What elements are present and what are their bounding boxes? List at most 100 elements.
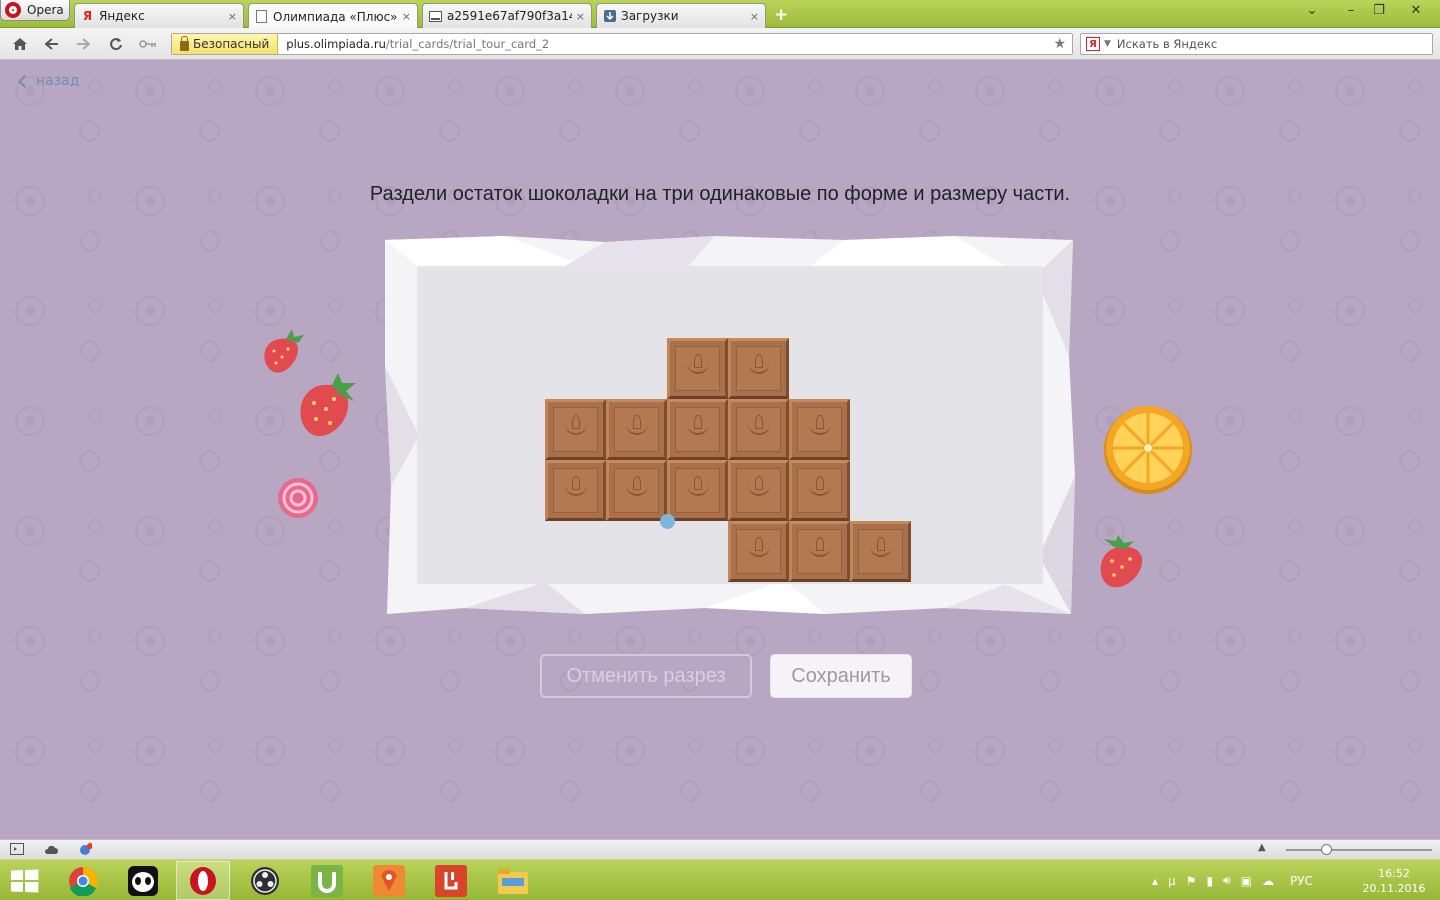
chocolate-piece[interactable] [545,399,606,460]
chocolate-emboss-icon [565,476,587,496]
strawberry-icon [1100,535,1143,588]
browser-toolbar: Безопасный plus.olimpiada.ru/trial_cards… [0,28,1440,60]
chocolate-emboss-icon [809,415,831,435]
tab-olimpiada[interactable]: Олимпиада «Плюс» × [248,3,418,29]
chocolate-piece[interactable] [667,399,728,460]
chocolate-piece[interactable] [728,338,789,399]
tab-close-icon[interactable]: × [576,10,585,23]
url-path: /trial_cards/trial_tour_card_2 [385,37,550,51]
browser-status-bar: ▲ [0,839,1440,859]
browser-tab-bar: Opera Я Яндекс × Олимпиада «Плюс» × a259… [0,0,1440,29]
chocolate-piece[interactable] [545,460,606,521]
language-indicator[interactable]: РУС [1290,874,1313,888]
tray-expand-icon[interactable]: ▴ [1152,874,1158,888]
lock-icon [180,35,189,51]
tab-title: Загрузки [621,9,679,23]
zoom-slider[interactable] [1286,849,1432,851]
minimize-window-icon[interactable]: – [1340,0,1362,20]
strawberry-icon [264,329,304,373]
chocolate-piece[interactable] [667,338,728,399]
bookmark-star-icon[interactable]: ★ [1053,36,1072,52]
back-label: назад [36,73,80,89]
url-text[interactable]: plus.olimpiada.ru/trial_cards/trial_tour… [278,37,1053,51]
chocolate-emboss-icon [748,354,770,374]
system-clock[interactable]: 16:52 20.11.2016 [1362,866,1426,896]
task-instruction: Раздели остаток шоколадки на три одинако… [369,183,1071,205]
address-bar[interactable]: Безопасный plus.olimpiada.ru/trial_cards… [171,33,1073,55]
windows-start-icon[interactable] [10,869,39,893]
opera-menu-button[interactable]: Opera [0,0,70,21]
network-signal-icon[interactable]: ▮ [1206,874,1213,888]
chrome-app-icon[interactable] [56,861,110,900]
flag-icon[interactable]: ⚑ [1186,874,1197,888]
search-field[interactable]: Я ▼ Искать в Яндекс [1080,33,1433,55]
chocolate-emboss-icon [870,537,892,557]
panel-toggle-icon[interactable] [10,843,24,856]
reload-icon[interactable] [106,34,126,54]
back-arrow-icon[interactable] [42,34,62,54]
volume-icon[interactable]: 🔊︎ [1223,873,1231,888]
key-icon[interactable] [138,34,158,54]
chocolate-emboss-icon [748,476,770,496]
cut-start-point[interactable] [659,513,675,529]
tab-yandex[interactable]: Я Яндекс × [74,3,244,28]
chevron-left-icon [18,74,31,88]
url-host: plus.olimpiada.ru [286,37,386,51]
page-content: назад Раздели остаток шоколадки на три о… [0,61,1440,839]
panda-app-icon[interactable] [116,861,170,900]
home-icon[interactable] [10,34,30,54]
tab-close-icon[interactable]: × [750,10,759,23]
candy-icon [278,478,318,518]
zoom-slider-handle[interactable] [1321,844,1332,855]
close-window-icon[interactable]: ✕ [1396,0,1436,20]
cancel-cut-button[interactable]: Отменить разрез [540,654,752,698]
security-badge[interactable]: Безопасный [172,34,279,54]
clock-date: 20.11.2016 [1362,882,1426,895]
download-icon [603,10,616,23]
tab-title: Олимпиада «Плюс» [273,9,398,24]
chocolate-piece[interactable] [850,521,911,582]
security-label: Безопасный [193,37,270,51]
chocolate-piece[interactable] [667,460,728,521]
opera-app-icon[interactable] [176,861,230,900]
tab-downloads[interactable]: Загрузки × [596,3,766,28]
file-explorer-icon[interactable] [486,861,540,900]
utorrent-app-icon[interactable] [300,861,354,900]
chocolate-piece[interactable] [789,460,850,521]
chocolate-piece[interactable] [728,399,789,460]
chocolate-piece[interactable] [606,399,667,460]
chocolate-emboss-icon [748,415,770,435]
chocolate-piece[interactable] [728,521,789,582]
tab-close-icon[interactable]: × [228,10,237,23]
chocolate-piece[interactable] [728,460,789,521]
orange-slice-icon [1104,406,1192,494]
opera-logo-icon [5,2,21,18]
tray-utorrent-icon[interactable]: µ [1168,874,1176,888]
strawberry-icon [300,373,356,437]
media-app-icon[interactable] [424,861,478,900]
opera-unite-icon[interactable] [78,843,92,856]
chocolate-board[interactable] [415,266,1045,584]
tray-network-icon[interactable]: ☁︎ [1262,874,1274,888]
search-engine-dropdown-icon[interactable]: ▼ [1104,39,1111,49]
tabs-menu-chevron-icon[interactable]: ⌄ [1302,0,1322,20]
tray-app-icon[interactable]: ▣ [1241,874,1252,888]
restore-window-icon[interactable]: ❐ [1368,0,1390,20]
back-link[interactable]: назад [18,73,80,89]
yandex-search-icon[interactable]: Я [1086,37,1100,51]
forward-arrow-icon[interactable] [73,34,93,54]
chocolate-piece[interactable] [789,521,850,582]
tab-image[interactable]: a2591e67af790f3a14b7... × [422,3,592,28]
zoom-up-arrow-icon[interactable]: ▲ [1258,842,1266,853]
clock-time: 16:52 [1378,867,1410,880]
new-tab-button[interactable]: + [774,5,788,25]
chocolate-piece[interactable] [606,460,667,521]
chocolate-piece[interactable] [789,399,850,460]
cloud-icon[interactable] [44,843,58,856]
maps-app-icon[interactable] [362,861,416,900]
save-button[interactable]: Сохранить [770,654,912,698]
tab-close-icon[interactable]: × [402,10,411,23]
chocolate-emboss-icon [687,415,709,435]
obs-app-icon[interactable] [238,861,292,900]
search-placeholder: Искать в Яндекс [1116,37,1218,51]
